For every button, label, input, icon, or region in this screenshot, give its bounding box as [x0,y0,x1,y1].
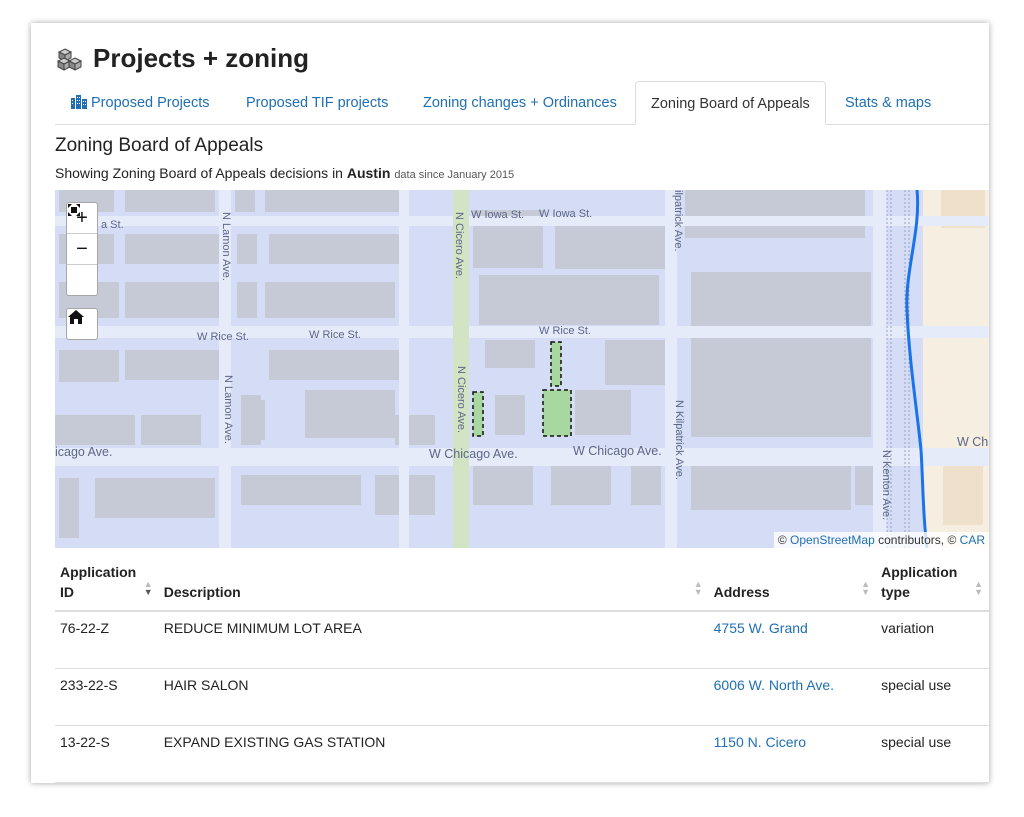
table-header-row: Application ID ▲ ▼ Description ▲ ▼ Address… [55,558,989,612]
sort-icon: ▲ ▼ [861,579,871,597]
col-header-address[interactable]: Address ▲ ▼ [708,558,877,612]
header-label: Application ID [60,564,137,600]
section-title: Zoning Board of Appeals [55,135,264,156]
street-label: ilpatrick Ave. [672,190,684,252]
tab-label: Stats & maps [845,95,932,111]
cell-address: 1150 N. Cicero [708,725,877,783]
tab-proposed-projects[interactable]: Proposed Projects [55,81,224,123]
street-label: icago Ave. [55,445,112,459]
zba-map[interactable]: a St. W Iowa St. W Iowa St. W Rice St. W… [55,190,989,548]
street-label: W Rice St. [309,329,361,341]
address-link[interactable]: 4755 W. Grand [714,620,808,636]
parcel[interactable] [542,389,572,437]
zoom-control: + − [66,202,98,296]
tab-zoning-changes[interactable]: Zoning changes + Ordinances [408,81,632,123]
street-label: a St. [101,219,124,231]
attribution-prefix: © [777,533,787,547]
street-label: W Rice St. [539,325,591,337]
tab-stats-maps[interactable]: Stats & maps [830,81,946,123]
header-label: Application type [881,564,958,600]
street-label: N Kilpatrick Ave. [673,400,685,480]
fullscreen-button[interactable] [67,204,97,295]
tab-bar: Proposed Projects Proposed TIF projects … [55,81,989,125]
tab-proposed-tif-projects[interactable]: Proposed TIF projects [231,81,403,123]
cell-application-id: 13-22-S [55,725,159,783]
table-row: 76-22-Z REDUCE MINIMUM LOT AREA 4755 W. … [55,611,989,669]
header-label: Address [713,584,770,600]
cell-description: EXPAND EXISTING GAS STATION [158,725,709,783]
cell-application-id: 233-22-S [55,668,159,726]
page-title: Projects + zoning [93,43,309,73]
cell-description: REDUCE MINIMUM LOT AREA [158,611,709,669]
sort-icon: ▲ ▼ [143,579,153,597]
sort-icon: ▲ ▼ [693,579,703,597]
cell-address: 4755 W. Grand [708,611,877,669]
zoom-out-button[interactable]: − [67,234,97,265]
street-label: N Cicero Ave. [453,212,465,279]
header-label: Description [163,584,241,600]
cell-address: 6006 W. North Ave. [708,668,877,726]
street-label: N Cicero Ave. [455,366,467,433]
tab-label: Proposed Projects [91,95,210,111]
section-subtitle: Showing Zoning Board of Appeals decision… [55,165,514,181]
cell-description: HAIR SALON [158,668,709,726]
home-icon [68,310,84,324]
showing-text: Showing Zoning Board of Appeals decision… [55,165,343,181]
table-row: 233-22-S HAIR SALON 6006 W. North Ave. s… [55,668,989,726]
address-link[interactable]: 6006 W. North Ave. [714,677,834,693]
street-label: W Iowa St. [471,209,524,221]
cell-application-type: special use [876,725,989,783]
zoom-out-icon: − [76,238,88,260]
carto-link[interactable]: CAR [960,533,985,547]
street-label: N Kenton Ave. [880,450,892,520]
table-row: 13-22-S EXPAND EXISTING GAS STATION 1150… [55,725,989,783]
street-label: W Chicago Ave. [429,447,518,461]
tab-label: Zoning Board of Appeals [651,96,810,112]
data-since: data since January 2015 [394,169,515,181]
title-row: Projects + zoning [57,43,309,74]
col-header-application-id[interactable]: Application ID ▲ ▼ [55,558,159,612]
sort-icon: ▲ ▼ [974,579,983,597]
home-control [66,308,98,340]
area-name: Austin [346,165,391,181]
tab-label: Proposed TIF projects [246,95,389,111]
cell-application-type: variation [876,611,989,669]
tab-label: Zoning changes + Ordinances [423,95,617,111]
osm-link[interactable]: OpenStreetMap [790,533,875,547]
attribution-mid: contributors, © [878,533,957,547]
street-label: W Ch [957,435,988,449]
fullscreen-icon [68,204,80,216]
projects-zoning-panel: Projects + zoning Proposed Projects Prop… [31,23,989,783]
tab-zoning-board-of-appeals[interactable]: Zoning Board of Appeals [635,81,826,125]
home-button[interactable] [67,309,97,339]
parcel[interactable] [472,391,484,437]
zba-table: Application ID ▲ ▼ Description ▲ ▼ Address… [55,558,989,783]
blocks-icon [57,47,83,71]
col-header-application-type[interactable]: Application type ▲ ▼ [876,558,989,612]
address-link[interactable]: 1150 N. Cicero [714,734,806,750]
parcel[interactable] [550,341,562,387]
col-header-description[interactable]: Description ▲ ▼ [158,558,709,612]
cell-application-type: special use [876,668,989,726]
street-label: N Lamon Ave. [220,212,232,281]
street-label: W Iowa St. [539,208,592,220]
building-icon [71,95,87,109]
cell-application-id: 76-22-Z [55,611,159,669]
street-label: N Lamon Ave. [222,375,234,444]
map-attribution: © OpenStreetMap contributors, © CAR [773,532,989,548]
street-label: W Chicago Ave. [573,444,662,458]
street-label: W Rice St. [197,331,249,343]
map-canvas[interactable]: a St. W Iowa St. W Iowa St. W Rice St. W… [55,190,989,548]
